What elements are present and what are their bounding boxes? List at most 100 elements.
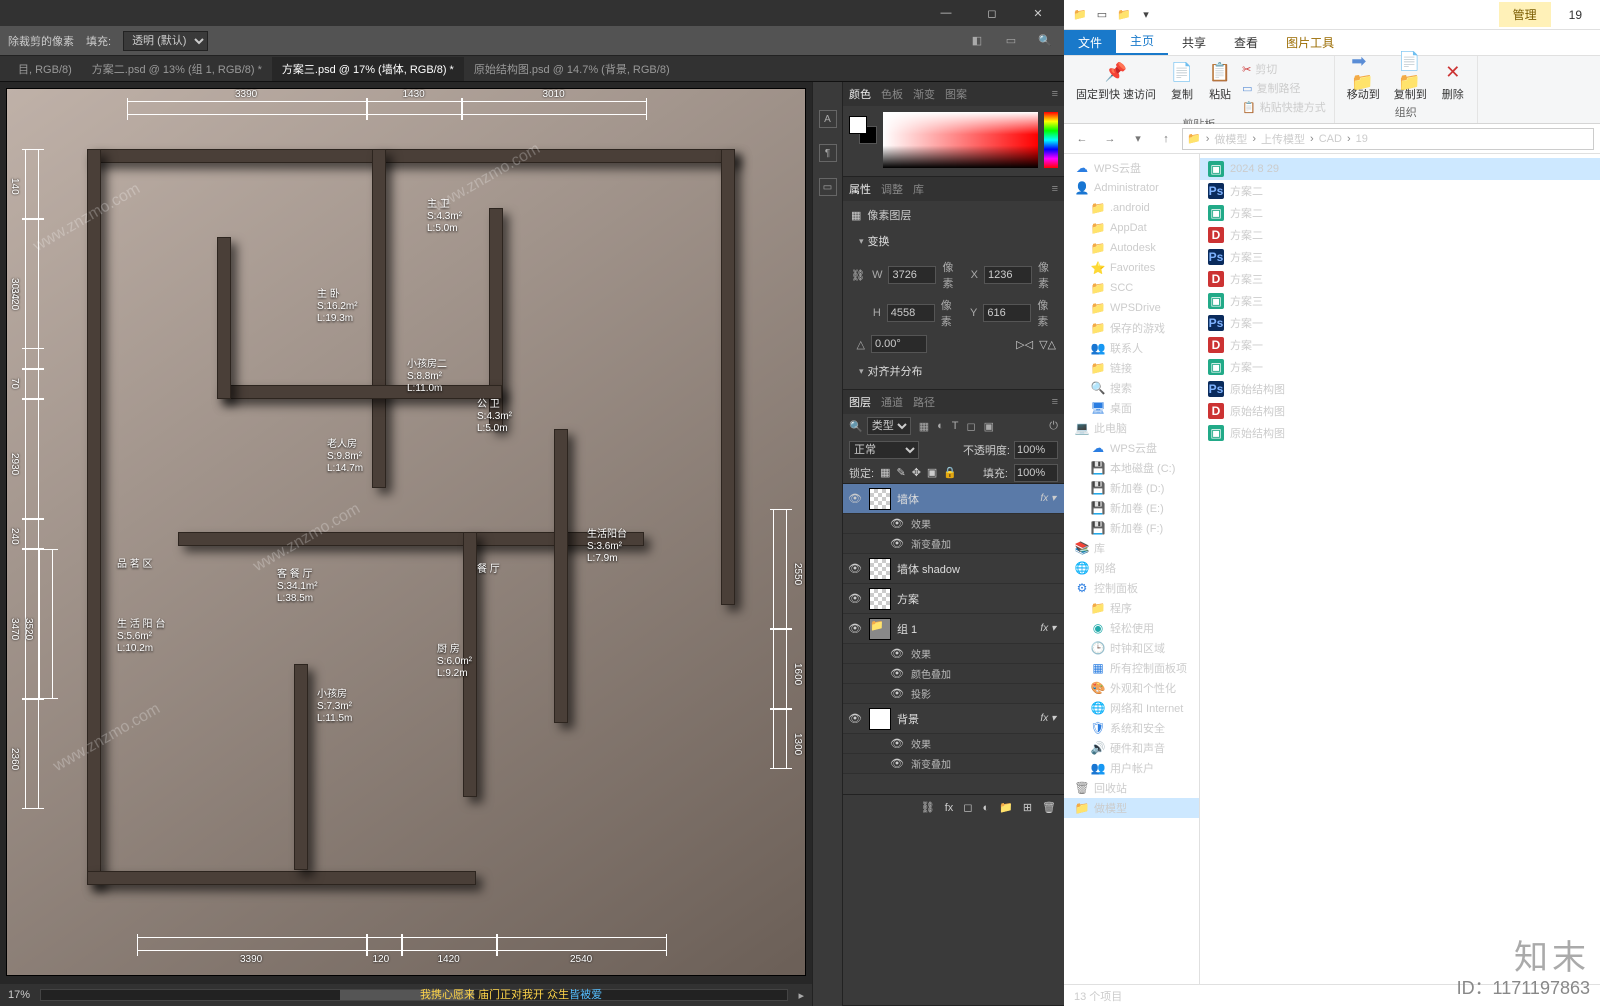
layer-row[interactable]: 👁 墙体fx ▾ xyxy=(843,484,1064,514)
new-layer-icon[interactable]: ⊞ xyxy=(1023,801,1032,814)
tree-node[interactable]: 🖥桌面 xyxy=(1064,398,1199,418)
ribbon-tab-home[interactable]: 主页 xyxy=(1116,28,1168,55)
tree-node[interactable]: 👥联系人 xyxy=(1064,338,1199,358)
tree-node[interactable]: 🎨外观和个性化 xyxy=(1064,678,1199,698)
tree-node[interactable]: 📁SCC xyxy=(1064,278,1199,298)
lock-transparent-icon[interactable]: ▦ xyxy=(880,466,890,479)
file-item[interactable]: Ps方案三 xyxy=(1200,246,1600,268)
tab-gradients[interactable]: 渐变 xyxy=(913,86,935,102)
visibility-icon[interactable]: 👁 xyxy=(847,592,863,605)
fx-icon[interactable]: fx xyxy=(945,802,954,814)
tab-swatches[interactable]: 色板 xyxy=(881,86,903,102)
trash-icon[interactable]: 🗑 xyxy=(1042,801,1056,814)
prop-width[interactable] xyxy=(888,266,936,284)
flip-v-icon[interactable]: ▽△ xyxy=(1039,338,1056,351)
document-tab[interactable]: 原始结构图.psd @ 14.7% (背景, RGB/8) xyxy=(464,57,680,81)
filter-toggle[interactable]: ⏻ xyxy=(1049,420,1058,433)
document-tab[interactable]: 方案三.psd @ 17% (墙体, RGB/8) * xyxy=(272,57,464,81)
manage-tab[interactable]: 管理 xyxy=(1499,2,1551,27)
visibility-icon[interactable]: 👁 xyxy=(889,687,905,700)
tree-node[interactable]: 🌐网络和 Internet xyxy=(1064,698,1199,718)
paste-button[interactable]: 📋粘贴 xyxy=(1204,58,1236,104)
copypath-button[interactable]: ▭复制路径 xyxy=(1242,79,1326,97)
tree-node[interactable]: 📚库 xyxy=(1064,538,1199,558)
tree-node[interactable]: ⭐Favorites xyxy=(1064,258,1199,278)
tree-node[interactable]: 🔊硬件和声音 xyxy=(1064,738,1199,758)
file-item[interactable]: Ps方案一 xyxy=(1200,312,1600,334)
delete-button[interactable]: ✕删除 xyxy=(1437,58,1469,104)
search-icon[interactable]: 🔍 xyxy=(1034,30,1056,52)
flip-h-icon[interactable]: ▷◁ xyxy=(1016,338,1033,351)
nav-forward-icon[interactable]: → xyxy=(1098,127,1122,151)
pin-button[interactable]: 📌固定到快 速访问 xyxy=(1072,58,1160,104)
layer-effect-row[interactable]: 👁投影 xyxy=(843,684,1064,704)
color-spectrum[interactable] xyxy=(883,112,1038,168)
nav-tree[interactable]: ☁WPS云盘👤Administrator📁.android📁AppDat📁Aut… xyxy=(1064,154,1200,984)
tab-color[interactable]: 颜色 xyxy=(849,86,871,102)
nav-recent-icon[interactable]: ▾ xyxy=(1126,127,1150,151)
qat-dropdown-icon[interactable]: ▾ xyxy=(1136,5,1156,25)
moveto-button[interactable]: ➡📁移动到 xyxy=(1343,58,1384,104)
filter-adjust-icon[interactable]: ◐ xyxy=(937,420,944,432)
file-item[interactable]: ▣方案二 xyxy=(1200,202,1600,224)
lock-paint-icon[interactable]: ✎ xyxy=(896,466,905,479)
panel-toggle-icon[interactable]: ◧ xyxy=(966,30,988,52)
layer-effect-row[interactable]: 👁颜色叠加 xyxy=(843,664,1064,684)
filter-pixel-icon[interactable]: ▦ xyxy=(919,420,929,433)
visibility-icon[interactable]: 👁 xyxy=(889,537,905,550)
tree-node[interactable]: 💾新加卷 (F:) xyxy=(1064,518,1199,538)
blend-mode-select[interactable]: 正常 xyxy=(849,441,919,459)
tab-properties[interactable]: 属性 xyxy=(849,181,871,197)
file-item[interactable]: D方案一 xyxy=(1200,334,1600,356)
tree-node[interactable]: 📁Autodesk xyxy=(1064,238,1199,258)
tree-node[interactable]: 📁程序 xyxy=(1064,598,1199,618)
zoom-level[interactable]: 17% xyxy=(8,989,30,1001)
link-toggle-icon[interactable]: ⛓ xyxy=(851,269,865,282)
ribbon-tab-file[interactable]: 文件 xyxy=(1064,30,1116,55)
hue-slider[interactable] xyxy=(1044,112,1058,168)
ribbon-tab-share[interactable]: 共享 xyxy=(1168,30,1220,55)
tree-node[interactable]: 🕒时钟和区域 xyxy=(1064,638,1199,658)
tab-patterns[interactable]: 图案 xyxy=(945,86,967,102)
nav-back-icon[interactable]: ← xyxy=(1070,127,1094,151)
visibility-icon[interactable]: 👁 xyxy=(847,492,863,505)
layer-effect-row[interactable]: 👁效果 xyxy=(843,734,1064,754)
tree-node[interactable]: 💻此电脑 xyxy=(1064,418,1199,438)
tree-node[interactable]: 🔍搜索 xyxy=(1064,378,1199,398)
copy-button[interactable]: 📄复制 xyxy=(1166,58,1198,104)
opacity-input[interactable] xyxy=(1014,441,1058,459)
link-layers-icon[interactable]: ⛓ xyxy=(921,801,935,814)
panel-menu-icon[interactable]: ≡ xyxy=(1052,88,1058,100)
lock-all-icon[interactable]: 🔒 xyxy=(943,466,957,479)
layer-effect-row[interactable]: 👁渐变叠加 xyxy=(843,534,1064,554)
dock-icon[interactable]: A xyxy=(819,110,837,128)
canvas-area[interactable]: 3390143030103390120142025401403010342070… xyxy=(0,82,812,1006)
tree-node[interactable]: 📁保存的游戏 xyxy=(1064,318,1199,338)
opt-fill-select[interactable]: 透明 (默认) xyxy=(123,31,208,51)
prop-x[interactable] xyxy=(984,266,1032,284)
ribbon-tab-picture[interactable]: 图片工具 xyxy=(1272,30,1348,55)
tab-paths[interactable]: 路径 xyxy=(913,394,935,410)
visibility-icon[interactable]: 👁 xyxy=(847,622,863,635)
paste-shortcut-button[interactable]: 📋粘贴快捷方式 xyxy=(1242,98,1326,116)
file-item[interactable]: ▣2024 8 29 xyxy=(1200,158,1600,180)
layer-filter-select[interactable]: 类型 xyxy=(867,417,911,435)
filter-type-icon[interactable]: T xyxy=(952,420,959,432)
tree-node[interactable]: ◉轻松使用 xyxy=(1064,618,1199,638)
workspace-icon[interactable]: ▭ xyxy=(1000,30,1022,52)
adjustment-icon[interactable]: ◐ xyxy=(982,802,989,814)
group-icon[interactable]: 📁 xyxy=(999,801,1013,814)
filter-shape-icon[interactable]: ◻ xyxy=(967,420,976,433)
ribbon-tab-view[interactable]: 查看 xyxy=(1220,30,1272,55)
visibility-icon[interactable]: 👁 xyxy=(889,757,905,770)
file-item[interactable]: Ps原始结构图 xyxy=(1200,378,1600,400)
fg-bg-swatch[interactable] xyxy=(849,116,877,144)
cut-button[interactable]: ✂剪切 xyxy=(1242,60,1326,78)
layer-row[interactable]: 👁 📁 组 1fx ▾ xyxy=(843,614,1064,644)
tab-adjust[interactable]: 调整 xyxy=(881,181,903,197)
layer-effect-row[interactable]: 👁效果 xyxy=(843,644,1064,664)
h-scrollbar[interactable] xyxy=(40,989,788,1001)
tree-node[interactable]: 📁做模型 xyxy=(1064,798,1199,818)
file-list[interactable]: ▣2024 8 29Ps方案二▣方案二D方案二Ps方案三D方案三▣方案三Ps方案… xyxy=(1200,154,1600,984)
tree-node[interactable]: 💾新加卷 (E:) xyxy=(1064,498,1199,518)
